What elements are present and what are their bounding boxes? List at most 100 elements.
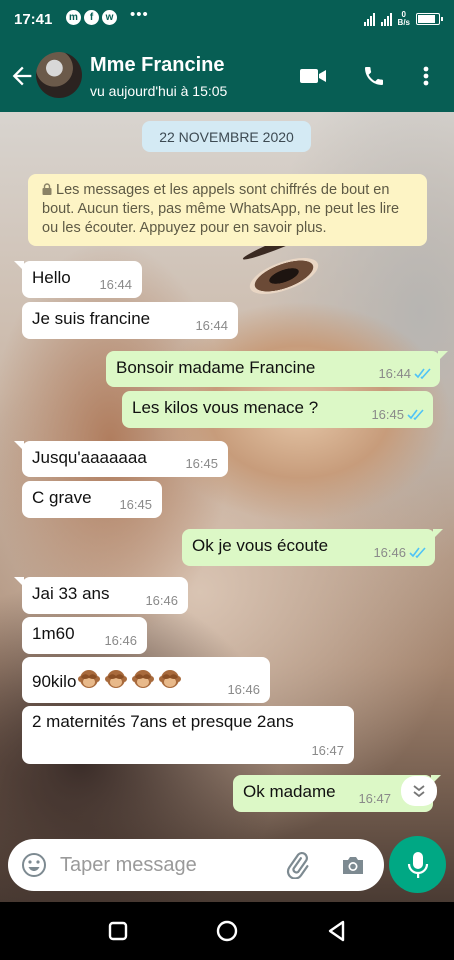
home-icon[interactable] xyxy=(214,918,240,944)
message-bubble-incoming[interactable]: Je suis francine 16:44 xyxy=(22,302,238,339)
last-seen-status[interactable]: vu aujourd'hui à 15:05 xyxy=(90,83,227,99)
message-time: 16:47 xyxy=(311,743,344,758)
see-no-evil-monkey-icon xyxy=(105,670,128,688)
contact-name[interactable]: Mme Francine xyxy=(90,54,224,77)
system-navigation-bar xyxy=(0,902,454,960)
bubble-tail xyxy=(14,261,24,271)
status-app-icons: m f w xyxy=(66,10,117,25)
message-bubble-incoming[interactable]: C grave 16:45 xyxy=(22,481,162,518)
message-time: 16:46 xyxy=(104,633,137,648)
message-bubble-outgoing[interactable]: Les kilos vous menace ? 16:45 xyxy=(122,391,433,428)
recent-apps-icon[interactable] xyxy=(105,918,131,944)
message-composer xyxy=(8,839,384,891)
bubble-tail xyxy=(433,529,443,539)
read-receipt-icon xyxy=(409,547,426,558)
date-chip: 22 NOVEMBRE 2020 xyxy=(142,121,311,152)
see-no-evil-monkey-icon xyxy=(159,670,182,688)
attachment-icon[interactable] xyxy=(284,851,310,879)
message-bubble-outgoing[interactable]: Ok je vous écoute 16:46 xyxy=(182,529,443,566)
emoji-sequence xyxy=(77,667,182,691)
emoji-icon[interactable] xyxy=(21,852,47,878)
more-notifications-icon: ••• xyxy=(130,6,149,23)
whatsapp-icon: w xyxy=(102,10,117,25)
message-bubble-incoming[interactable]: Hello 16:44 xyxy=(14,261,142,298)
read-receipt-icon xyxy=(414,368,431,379)
see-no-evil-monkey-icon xyxy=(78,670,101,688)
voice-message-button[interactable] xyxy=(389,836,446,893)
encryption-notice-text: Les messages et les appels sont chiffrés… xyxy=(42,182,400,236)
message-time-text: 16:45 xyxy=(371,407,404,422)
camera-icon[interactable] xyxy=(340,852,366,878)
bubble-tail xyxy=(14,441,24,451)
message-text: Ok madame xyxy=(243,782,336,801)
battery-icon xyxy=(416,13,443,25)
message-text: Je suis francine xyxy=(32,309,151,328)
message-bubble-incoming[interactable]: 90kilo 16:46 xyxy=(22,657,270,703)
signal-icon-sim2 xyxy=(380,12,392,26)
message-text: Jusqu'aaaaaaa xyxy=(32,448,147,467)
message-time-text: 16:47 xyxy=(358,791,391,806)
message-text: Bonsoir madame Francine xyxy=(116,358,316,377)
message-text: 2 maternités 7ans et presque 2ans xyxy=(32,712,294,731)
message-time-text: 16:45 xyxy=(119,497,152,512)
message-time: 16:45 xyxy=(185,456,218,471)
microphone-icon xyxy=(407,851,428,878)
message-bubble-outgoing[interactable]: Bonsoir madame Francine 16:44 xyxy=(106,351,448,387)
message-time-text: 16:46 xyxy=(227,682,260,697)
message-text: C grave xyxy=(32,488,92,507)
message-bubble-incoming[interactable]: Jusqu'aaaaaaa 16:45 xyxy=(14,441,228,477)
video-call-icon[interactable] xyxy=(298,64,328,88)
read-receipt-icon xyxy=(407,409,424,420)
message-bubble-incoming[interactable]: Jai 33 ans 16:46 xyxy=(14,577,188,614)
message-bubble-incoming[interactable]: 1m60 16:46 xyxy=(22,617,147,654)
message-text: 90kilo xyxy=(32,672,77,691)
encryption-notice[interactable]: Les messages et les appels sont chiffrés… xyxy=(28,174,427,246)
status-time: 17:41 xyxy=(14,11,53,28)
message-time-text: 16:47 xyxy=(311,743,344,758)
message-text: Les kilos vous menace ? xyxy=(132,398,319,417)
wallpaper-photo-detail xyxy=(245,250,323,302)
more-options-icon[interactable] xyxy=(416,64,436,88)
message-input[interactable] xyxy=(60,853,270,877)
back-nav-icon[interactable] xyxy=(324,918,350,944)
message-text: Hello xyxy=(32,268,71,287)
message-time: 16:44 xyxy=(378,366,432,381)
message-time-text: 16:46 xyxy=(373,545,406,560)
message-time: 16:46 xyxy=(227,682,260,697)
signal-icon xyxy=(363,12,375,26)
message-text: Jai 33 ans xyxy=(32,584,110,603)
message-time: 16:47 xyxy=(358,791,391,806)
avatar[interactable] xyxy=(36,52,82,98)
message-time: 16:44 xyxy=(195,318,228,333)
message-time: 16:45 xyxy=(371,407,425,422)
message-time-text: 16:46 xyxy=(145,593,178,608)
see-no-evil-monkey-icon xyxy=(132,670,155,688)
message-time: 16:46 xyxy=(373,545,427,560)
back-arrow-icon[interactable] xyxy=(8,62,36,90)
network-speed: 0 B/s xyxy=(398,11,410,27)
scroll-to-bottom-button[interactable] xyxy=(401,776,437,806)
network-speed-unit: B/s xyxy=(397,18,410,27)
messenger-icon: m xyxy=(66,10,81,25)
chat-header: Mme Francine vu aujourd'hui à 15:05 xyxy=(0,40,454,112)
bubble-tail xyxy=(438,351,448,361)
status-bar: 17:41 m f w ••• 0 B/s xyxy=(0,0,454,40)
message-time: 16:45 xyxy=(119,497,152,512)
lock-icon xyxy=(42,183,52,195)
message-text: Ok je vous écoute xyxy=(192,536,329,555)
message-time: 16:44 xyxy=(99,277,132,292)
battery-fill xyxy=(418,15,436,23)
facebook-icon: f xyxy=(84,10,99,25)
message-time-text: 16:44 xyxy=(378,366,411,381)
message-time-text: 16:45 xyxy=(185,456,218,471)
bubble-tail xyxy=(14,577,24,587)
message-text: 1m60 xyxy=(32,624,75,643)
phone-call-icon[interactable] xyxy=(362,64,386,88)
message-time: 16:46 xyxy=(145,593,178,608)
message-time-text: 16:46 xyxy=(104,633,137,648)
message-time-text: 16:44 xyxy=(195,318,228,333)
message-time-text: 16:44 xyxy=(99,277,132,292)
double-chevron-down-icon xyxy=(413,785,425,798)
status-indicators: 0 B/s xyxy=(363,11,443,27)
message-bubble-incoming[interactable]: 2 maternités 7ans et presque 2ans 16:47 xyxy=(22,706,354,764)
